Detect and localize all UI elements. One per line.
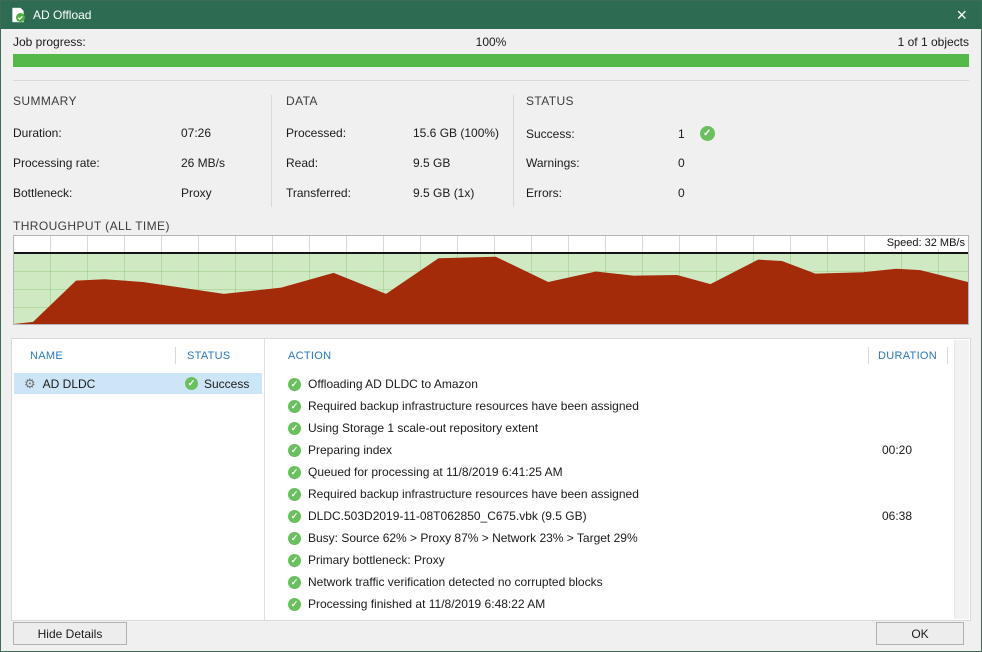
actions-pane: ACTION DURATION ✓ Offloading AD DLDC to … bbox=[265, 339, 970, 620]
actions-header: ACTION DURATION bbox=[265, 339, 970, 372]
titlebar: AD Offload × bbox=[1, 1, 981, 29]
success-check-icon: ✓ bbox=[288, 509, 301, 523]
data-processed-row: Processed: 15.6 GB (100%) bbox=[286, 126, 500, 140]
progress-bar bbox=[13, 54, 969, 67]
success-check-icon: ✓ bbox=[185, 377, 198, 390]
action-row[interactable]: ✓ Primary bottleneck: Proxy bbox=[265, 549, 954, 571]
success-check-icon: ✓ bbox=[288, 465, 301, 479]
hide-details-button[interactable]: Hide Details bbox=[13, 622, 127, 645]
divider bbox=[947, 347, 948, 364]
speed-label: Speed: 32 MB/s bbox=[882, 237, 965, 249]
status-panel: STATUS Success: 1 ✓ Warnings: 0 Errors: … bbox=[526, 89, 971, 215]
success-check-icon: ✓ bbox=[288, 399, 301, 413]
status-title: STATUS bbox=[526, 94, 574, 108]
data-title: DATA bbox=[286, 94, 318, 108]
details-panel: NAME STATUS ⚙ AD DLDC ✓ Success ACTION D… bbox=[11, 338, 971, 621]
divider bbox=[175, 347, 176, 364]
divider bbox=[868, 347, 869, 364]
progress-labels: Job progress: 100% 1 of 1 objects bbox=[13, 35, 969, 50]
data-panel: DATA Processed: 15.6 GB (100%) Read: 9.5… bbox=[286, 89, 506, 215]
job-progress-label: Job progress: bbox=[13, 35, 86, 49]
object-name: AD DLDC bbox=[42, 376, 96, 391]
summary-duration-row: Duration: 07:26 bbox=[13, 126, 212, 140]
success-check-icon: ✓ bbox=[288, 443, 301, 457]
action-list: ✓ Offloading AD DLDC to Amazon ✓ Require… bbox=[265, 373, 954, 615]
action-column-header: ACTION bbox=[288, 350, 332, 362]
action-row[interactable]: ✓ Offloading AD DLDC to Amazon bbox=[265, 373, 954, 395]
close-icon[interactable]: × bbox=[951, 6, 972, 24]
action-row[interactable]: ✓ Busy: Source 62% > Proxy 87% > Network… bbox=[265, 527, 954, 549]
action-row[interactable]: ✓ Queued for processing at 11/8/2019 6:4… bbox=[265, 461, 954, 483]
success-check-icon: ✓ bbox=[699, 126, 715, 141]
success-check-icon: ✓ bbox=[288, 597, 301, 611]
ok-button[interactable]: OK bbox=[876, 622, 964, 645]
summary-title: SUMMARY bbox=[13, 94, 77, 108]
object-row-ad-dldc[interactable]: ⚙ AD DLDC ✓ Success bbox=[14, 373, 262, 394]
divider bbox=[513, 95, 514, 207]
action-row[interactable]: ✓ Processing finished at 11/8/2019 6:48:… bbox=[265, 593, 954, 615]
action-row[interactable]: ✓ Using Storage 1 scale-out repository e… bbox=[265, 417, 954, 439]
gear-icon: ⚙ bbox=[24, 376, 36, 391]
job-session-dialog: AD Offload × Job progress: 100% 1 of 1 o… bbox=[0, 0, 982, 652]
action-row[interactable]: ✓ DLDC.503D2019-11-08T062850_C675.vbk (9… bbox=[265, 505, 954, 527]
progress-percent: 100% bbox=[475, 35, 507, 49]
chart-plot-area bbox=[14, 254, 968, 324]
divider bbox=[13, 80, 969, 81]
summary-panel: SUMMARY Duration: 07:26 Processing rate:… bbox=[13, 89, 263, 215]
action-row[interactable]: ✓ Required backup infrastructure resourc… bbox=[265, 395, 954, 417]
action-row[interactable]: ✓ Preparing index 00:20 bbox=[265, 439, 954, 461]
object-status: ✓ Success bbox=[185, 377, 249, 391]
scrollbar[interactable] bbox=[954, 340, 969, 619]
duration-column-header: DURATION bbox=[878, 350, 938, 362]
object-status-label: Success bbox=[204, 376, 250, 391]
name-column-header: NAME bbox=[30, 350, 63, 362]
success-check-icon: ✓ bbox=[288, 553, 301, 567]
data-read-row: Read: 9.5 GB bbox=[286, 156, 451, 170]
success-check-icon: ✓ bbox=[288, 421, 301, 435]
window-title: AD Offload bbox=[33, 8, 92, 22]
throughput-area bbox=[14, 256, 968, 324]
success-check-icon: ✓ bbox=[288, 531, 301, 545]
success-check-icon: ✓ bbox=[288, 377, 301, 391]
status-column-header: STATUS bbox=[187, 350, 231, 362]
success-check-icon: ✓ bbox=[288, 487, 301, 501]
success-check-icon: ✓ bbox=[288, 575, 301, 589]
status-errors-row: Errors: 0 bbox=[526, 186, 685, 200]
stats-section: SUMMARY Duration: 07:26 Processing rate:… bbox=[1, 89, 981, 215]
objects-pane: NAME STATUS ⚙ AD DLDC ✓ Success bbox=[12, 339, 264, 620]
status-warnings-row: Warnings: 0 bbox=[526, 156, 685, 170]
status-success-row: Success: 1 ✓ bbox=[526, 126, 971, 141]
summary-rate-row: Processing rate: 26 MB/s bbox=[13, 156, 226, 170]
progress-fill bbox=[13, 54, 969, 67]
throughput-title: THROUGHPUT (ALL TIME) bbox=[13, 219, 170, 233]
throughput-chart: Speed: 32 MB/s bbox=[13, 235, 969, 325]
objects-header: NAME STATUS bbox=[12, 339, 264, 372]
action-row[interactable]: ✓ Required backup infrastructure resourc… bbox=[265, 483, 954, 505]
objects-count: 1 of 1 objects bbox=[897, 35, 969, 49]
action-row[interactable]: ✓ Network traffic verification detected … bbox=[265, 571, 954, 593]
divider bbox=[271, 95, 272, 207]
summary-bottleneck-row: Bottleneck: Proxy bbox=[13, 186, 212, 200]
job-icon bbox=[10, 7, 26, 23]
chart-top-band: Speed: 32 MB/s bbox=[14, 236, 968, 254]
data-transferred-row: Transferred: 9.5 GB (1x) bbox=[286, 186, 475, 200]
